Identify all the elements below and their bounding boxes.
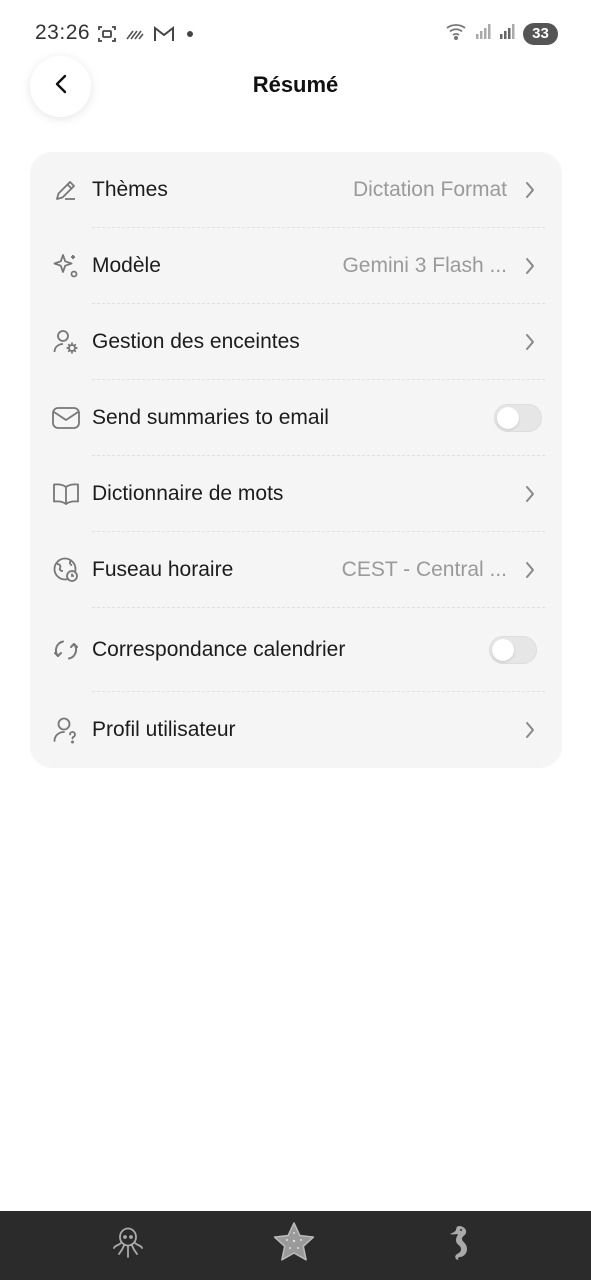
nav-item-octopus[interactable] [98,1211,158,1280]
settings-row-label: Gestion des enceintes [92,330,300,353]
chevron-right-icon [523,332,537,352]
wifi-icon [445,22,469,45]
sparkle-icon [51,251,81,281]
settings-row-label: Modèle [92,254,161,277]
envelope-icon [51,403,81,433]
nav-item-starfish[interactable] [263,1211,325,1280]
page-title: Résumé [252,72,339,97]
chevron-right-icon [523,180,537,200]
battery-indicator: 33 [523,22,558,45]
settings-row-profile[interactable]: Profil utilisateur [30,692,562,768]
seahorse-icon [447,1224,473,1267]
status-notification-icons [97,24,193,44]
toggle-knob [492,639,514,661]
settings-row-value: Dictation Format [352,178,507,201]
settings-row-label: Send summaries to email [92,406,329,429]
book-icon [51,479,81,509]
settings-row-calendar: Correspondance calendrier [30,608,562,692]
settings-row-model[interactable]: Modèle Gemini 3 Flash ... [30,228,562,304]
status-system-icons: 33 [445,22,558,45]
nav-item-seahorse[interactable] [430,1211,490,1280]
settings-row-value: Gemini 3 Flash ... [342,254,507,277]
notification-dot [187,31,193,37]
settings-row-email: Send summaries to email [30,380,562,456]
toggle-knob [497,407,519,429]
chevron-right-icon [523,256,537,276]
settings-row-dictionary[interactable]: Dictionnaire de mots [30,456,562,532]
chevron-right-icon [523,484,537,504]
pencil-icon [51,175,81,205]
starfish-icon [271,1221,317,1270]
settings-row-label: Dictionnaire de mots [92,482,284,505]
status-bar: 23:26 33 [0,0,591,68]
settings-row-timezone[interactable]: Fuseau horaire CEST - Central ... [30,532,562,608]
calendar-toggle[interactable] [489,636,537,664]
bottom-nav [0,1211,591,1280]
gmail-icon [153,25,175,43]
chevron-right-icon [523,560,537,580]
screenshot-icon [97,24,117,44]
email-toggle[interactable] [494,404,542,432]
settings-row-label: Thèmes [92,178,168,201]
signal-lines-icon [125,26,145,42]
user-question-icon [51,715,81,745]
settings-row-themes[interactable]: Thèmes Dictation Format [30,152,562,228]
sync-icon [51,635,81,665]
settings-card: Thèmes Dictation Format Modèle Gemini 3 … [30,152,562,768]
settings-row-value: CEST - Central ... [341,558,507,581]
settings-row-label: Profil utilisateur [92,718,236,741]
globe-clock-icon [51,555,81,585]
user-settings-icon [51,327,81,357]
cell-signal-roaming-icon [499,22,517,45]
settings-row-label: Fuseau horaire [92,558,234,581]
settings-row-label: Correspondance calendrier [92,638,346,661]
settings-row-speakers[interactable]: Gestion des enceintes [30,304,562,380]
octopus-icon [112,1226,144,1265]
status-time: 23:26 [35,21,91,44]
chevron-right-icon [523,720,537,740]
cell-signal-icon [475,22,493,45]
